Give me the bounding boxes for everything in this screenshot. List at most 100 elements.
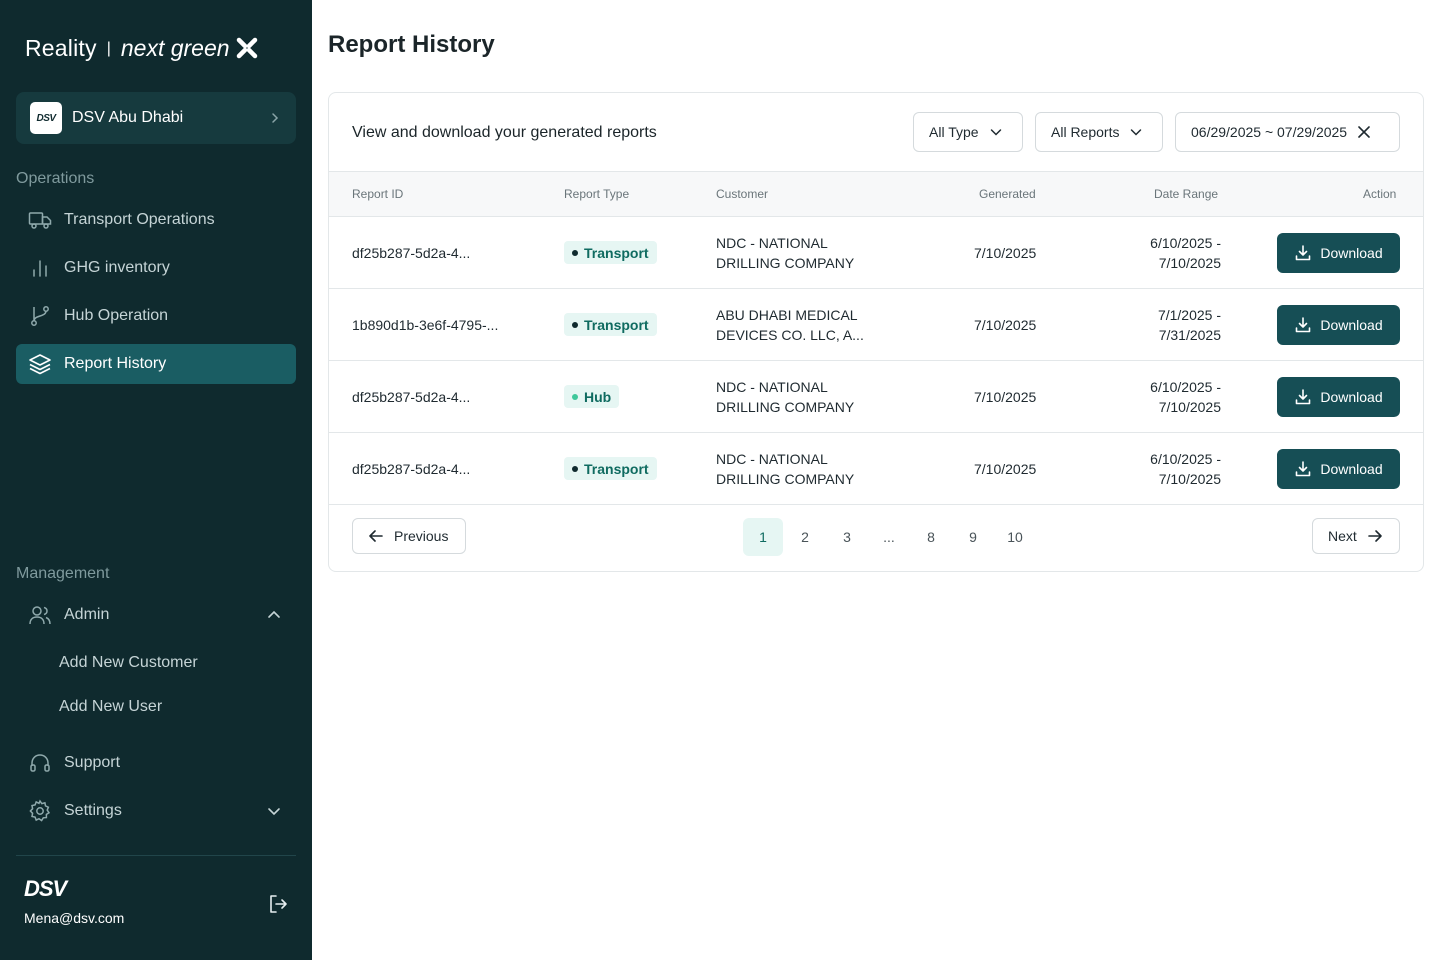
nav-item-hub-operation[interactable]: Hub Operation <box>16 296 296 336</box>
date-range-line-2: 7/10/2025 <box>1158 255 1221 271</box>
page-number[interactable]: 9 <box>953 518 993 556</box>
date-range: 7/1/2025 - 7/31/2025 <box>1158 305 1221 345</box>
report-type-badge: Transport <box>564 313 657 336</box>
chevron-down-icon <box>990 129 1001 136</box>
report-type-badge: Hub <box>564 385 620 408</box>
page-number[interactable]: 8 <box>911 518 951 556</box>
close-icon[interactable] <box>1357 125 1371 139</box>
next-page-button[interactable]: Next <box>1312 518 1400 554</box>
nav-item-add-new-user[interactable]: Add New User <box>59 698 162 716</box>
brand-name: Reality <box>25 34 97 61</box>
nav-item-support[interactable]: Support <box>16 743 296 783</box>
download-icon <box>1296 245 1311 261</box>
nav-label: Hub Operation <box>64 307 169 324</box>
date-range-line-2: 7/10/2025 <box>1158 471 1221 487</box>
report-type-label: Transport <box>584 460 649 477</box>
nav-item-transport-operations[interactable]: Transport Operations <box>16 200 296 240</box>
generated-date: 7/10/2025 <box>974 389 1037 405</box>
arrow-left-icon <box>369 530 383 542</box>
table-header: Report ID Report Type Customer Generated… <box>329 171 1423 217</box>
git-branch-icon <box>28 304 52 328</box>
date-range: 6/10/2025 - 7/10/2025 <box>1150 449 1221 489</box>
report-id: df25b287-5d2a-4... <box>352 389 471 405</box>
date-range: 6/10/2025 - 7/10/2025 <box>1150 233 1221 273</box>
type-filter-select[interactable]: All Type <box>913 112 1023 152</box>
sidebar: Reality | next green DSV DSV Abu Dhabi O… <box>0 0 312 960</box>
generated-date: 7/10/2025 <box>974 245 1037 261</box>
download-button[interactable]: Download <box>1277 449 1400 489</box>
download-button[interactable]: Download <box>1277 233 1400 273</box>
nav-label: Transport Operations <box>64 211 215 228</box>
nav-label: Settings <box>64 802 122 819</box>
previous-page-button[interactable]: Previous <box>352 518 466 554</box>
bar-chart-icon <box>28 256 52 280</box>
status-dot <box>572 321 578 328</box>
report-type-label: Hub <box>584 388 612 405</box>
column-header-report-type: Report Type <box>564 187 630 201</box>
customer-line-2: DEVICES CO. LLC, A... <box>716 327 864 343</box>
sidebar-divider <box>16 855 296 856</box>
table-row: df25b287-5d2a-4... Hub NDC - NATIONAL DRI… <box>329 361 1423 433</box>
customer-line-2: DRILLING COMPANY <box>716 471 855 487</box>
layers-icon <box>28 352 52 376</box>
org-switcher[interactable]: DSV DSV Abu Dhabi <box>16 92 296 144</box>
org-logo: DSV <box>30 102 62 134</box>
next-label: Next <box>1328 528 1357 544</box>
nav-item-report-history[interactable]: Report History <box>16 344 296 384</box>
report-id: df25b287-5d2a-4... <box>352 245 471 261</box>
page-number[interactable]: 3 <box>827 518 867 556</box>
date-range: 6/10/2025 - 7/10/2025 <box>1150 377 1221 417</box>
customer-line-2: DRILLING COMPANY <box>716 255 855 271</box>
brand-x-icon <box>236 37 257 59</box>
report-id: 1b890d1b-3e6f-4795-... <box>352 317 499 333</box>
status-dot <box>572 465 578 472</box>
report-type-label: Transport <box>584 244 649 261</box>
nav-label: Support <box>64 754 121 771</box>
nav-item-ghg-inventory[interactable]: GHG inventory <box>16 248 296 288</box>
download-button[interactable]: Download <box>1277 377 1400 417</box>
users-icon <box>28 603 52 627</box>
report-id: df25b287-5d2a-4... <box>352 461 471 477</box>
page-title: Report History <box>328 31 495 58</box>
download-label: Download <box>1320 461 1383 477</box>
user-email: Mena@dsv.com <box>24 910 125 926</box>
page-number[interactable]: 10 <box>995 518 1035 556</box>
panel-subtitle: View and download your generated reports <box>352 124 657 141</box>
table-row: df25b287-5d2a-4... Transport NDC - NATIO… <box>329 433 1423 505</box>
nav-label: Admin <box>64 606 110 623</box>
nav-label: Report History <box>64 355 167 372</box>
reports-panel: View and download your generated reports… <box>328 92 1424 572</box>
customer-name: NDC - NATIONAL DRILLING COMPANY <box>716 233 854 273</box>
date-range-line-1: 6/10/2025 - <box>1150 379 1221 395</box>
date-range-line-1: 6/10/2025 - <box>1150 235 1221 251</box>
customer-line-1: NDC - NATIONAL <box>716 379 828 395</box>
logout-icon[interactable] <box>266 892 290 916</box>
page-number[interactable]: 1 <box>743 518 783 556</box>
report-type-label: Transport <box>584 316 649 333</box>
date-range-line-1: 7/1/2025 - <box>1157 307 1221 323</box>
reports-filter-select[interactable]: All Reports <box>1035 112 1163 152</box>
status-dot <box>572 393 578 400</box>
date-range-picker[interactable]: 06/29/2025 ~ 07/29/2025 <box>1175 112 1400 152</box>
date-range-value: 06/29/2025 ~ 07/29/2025 <box>1191 124 1348 140</box>
column-header-report-id: Report ID <box>352 187 404 201</box>
customer-name: ABU DHABI MEDICAL DEVICES CO. LLC, A... <box>716 305 864 345</box>
truck-icon <box>28 208 52 232</box>
brand-logo: Reality | next green <box>25 33 258 63</box>
table-row: df25b287-5d2a-4... Transport NDC - NATIO… <box>329 217 1423 289</box>
chevron-down-icon <box>1131 129 1142 136</box>
customer-name: NDC - NATIONAL DRILLING COMPANY <box>716 449 854 489</box>
table-row: 1b890d1b-3e6f-4795-... Transport ABU DHA… <box>329 289 1423 361</box>
customer-line-1: ABU DHABI MEDICAL <box>716 307 858 323</box>
download-label: Download <box>1320 389 1383 405</box>
download-button[interactable]: Download <box>1277 305 1400 345</box>
page-ellipsis: ... <box>883 529 895 545</box>
report-type-badge: Transport <box>564 241 657 264</box>
nav-item-settings[interactable]: Settings <box>16 791 296 831</box>
nav-item-add-new-customer[interactable]: Add New Customer <box>59 654 198 672</box>
page-number[interactable]: 2 <box>785 518 825 556</box>
nav-item-admin[interactable]: Admin <box>16 595 296 635</box>
column-header-generated: Generated <box>979 187 1036 201</box>
date-range-line-2: 7/10/2025 <box>1158 399 1221 415</box>
section-label-operations: Operations <box>16 170 95 187</box>
